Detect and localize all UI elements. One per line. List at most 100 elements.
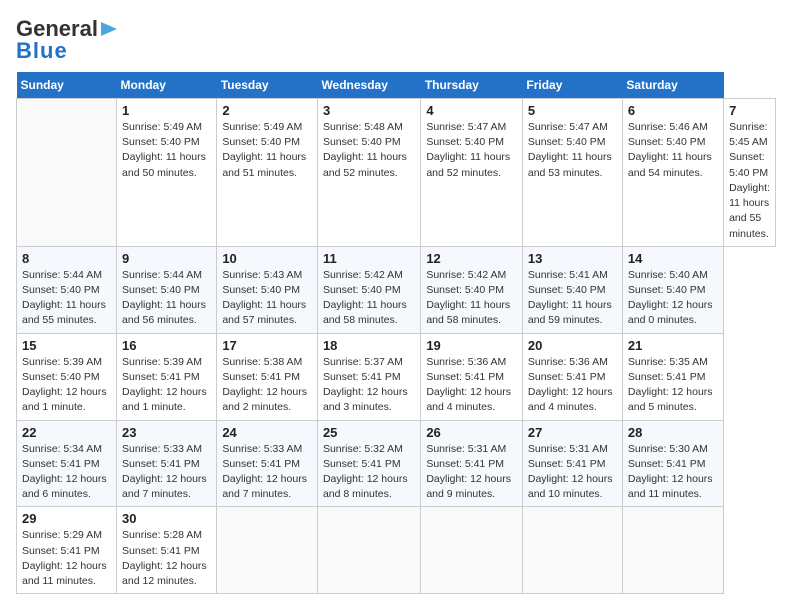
day-number: 7 (729, 103, 770, 118)
day-info: Sunrise: 5:49 AM Sunset: 5:40 PM Dayligh… (222, 120, 312, 181)
calendar-cell: 6 Sunrise: 5:46 AM Sunset: 5:40 PM Daylig… (622, 99, 723, 247)
col-header-thursday: Thursday (421, 72, 523, 99)
day-number: 28 (628, 425, 718, 440)
day-number: 19 (426, 338, 517, 353)
day-number: 16 (122, 338, 211, 353)
calendar-cell: 26 Sunrise: 5:31 AM Sunset: 5:41 PM Dayli… (421, 420, 523, 507)
calendar-cell: 18Sunrise: 5:37 AM Sunset: 5:41 PM Dayli… (317, 333, 420, 420)
logo-blue: Blue (16, 38, 68, 64)
page-header: General Blue (16, 16, 776, 64)
calendar-cell (217, 507, 318, 594)
day-info: Sunrise: 5:33 AM Sunset: 5:41 PM Dayligh… (222, 442, 312, 503)
calendar-cell: 8 Sunrise: 5:44 AM Sunset: 5:40 PM Daylig… (17, 246, 117, 333)
day-number: 17 (222, 338, 312, 353)
calendar-cell: 11 Sunrise: 5:42 AM Sunset: 5:40 PM Dayli… (317, 246, 420, 333)
calendar-cell: 3 Sunrise: 5:48 AM Sunset: 5:40 PM Daylig… (317, 99, 420, 247)
day-number: 2 (222, 103, 312, 118)
day-info: Sunrise: 5:44 AM Sunset: 5:40 PM Dayligh… (122, 268, 211, 329)
day-number: 20 (528, 338, 617, 353)
calendar-cell: 22Sunrise: 5:34 AM Sunset: 5:41 PM Dayli… (17, 420, 117, 507)
day-number: 12 (426, 251, 517, 266)
day-info: Sunrise: 5:29 AM Sunset: 5:41 PM Dayligh… (22, 528, 111, 589)
day-info: Sunrise: 5:47 AM Sunset: 5:40 PM Dayligh… (426, 120, 517, 181)
day-number: 5 (528, 103, 617, 118)
day-info: Sunrise: 5:45 AM Sunset: 5:40 PM Dayligh… (729, 120, 770, 242)
calendar-cell: 14 Sunrise: 5:40 AM Sunset: 5:40 PM Dayli… (622, 246, 723, 333)
calendar-header-row: SundayMondayTuesdayWednesdayThursdayFrid… (17, 72, 776, 99)
calendar-cell: 4 Sunrise: 5:47 AM Sunset: 5:40 PM Daylig… (421, 99, 523, 247)
day-info: Sunrise: 5:39 AM Sunset: 5:40 PM Dayligh… (22, 355, 111, 416)
day-number: 4 (426, 103, 517, 118)
day-number: 14 (628, 251, 718, 266)
day-info: Sunrise: 5:38 AM Sunset: 5:41 PM Dayligh… (222, 355, 312, 416)
calendar-cell: 30 Sunrise: 5:28 AM Sunset: 5:41 PM Dayli… (117, 507, 217, 594)
day-info: Sunrise: 5:30 AM Sunset: 5:41 PM Dayligh… (628, 442, 718, 503)
day-info: Sunrise: 5:48 AM Sunset: 5:40 PM Dayligh… (323, 120, 415, 181)
calendar-cell: 17 Sunrise: 5:38 AM Sunset: 5:41 PM Dayli… (217, 333, 318, 420)
calendar-cell: 23 Sunrise: 5:33 AM Sunset: 5:41 PM Dayli… (117, 420, 217, 507)
week-row-3: 15 Sunrise: 5:39 AM Sunset: 5:40 PM Dayli… (17, 333, 776, 420)
day-info: Sunrise: 5:36 AM Sunset: 5:41 PM Dayligh… (426, 355, 517, 416)
calendar-cell: 29 Sunrise: 5:29 AM Sunset: 5:41 PM Dayli… (17, 507, 117, 594)
col-header-saturday: Saturday (622, 72, 723, 99)
calendar-table: SundayMondayTuesdayWednesdayThursdayFrid… (16, 72, 776, 594)
calendar-cell (622, 507, 723, 594)
day-info: Sunrise: 5:31 AM Sunset: 5:41 PM Dayligh… (528, 442, 617, 503)
calendar-cell: 24Sunrise: 5:33 AM Sunset: 5:41 PM Dayli… (217, 420, 318, 507)
calendar-cell: 12 Sunrise: 5:42 AM Sunset: 5:40 PM Dayli… (421, 246, 523, 333)
day-number: 22 (22, 425, 111, 440)
day-number: 26 (426, 425, 517, 440)
col-header-wednesday: Wednesday (317, 72, 420, 99)
col-header-tuesday: Tuesday (217, 72, 318, 99)
day-info: Sunrise: 5:36 AM Sunset: 5:41 PM Dayligh… (528, 355, 617, 416)
week-row-1: 1 Sunrise: 5:49 AM Sunset: 5:40 PM Daylig… (17, 99, 776, 247)
calendar-cell: 15 Sunrise: 5:39 AM Sunset: 5:40 PM Dayli… (17, 333, 117, 420)
calendar-cell: 13Sunrise: 5:41 AM Sunset: 5:40 PM Dayli… (522, 246, 622, 333)
calendar-cell (317, 507, 420, 594)
day-number: 30 (122, 511, 211, 526)
week-row-2: 8 Sunrise: 5:44 AM Sunset: 5:40 PM Daylig… (17, 246, 776, 333)
day-info: Sunrise: 5:47 AM Sunset: 5:40 PM Dayligh… (528, 120, 617, 181)
logo: General Blue (16, 16, 121, 64)
week-row-5: 29 Sunrise: 5:29 AM Sunset: 5:41 PM Dayli… (17, 507, 776, 594)
day-info: Sunrise: 5:42 AM Sunset: 5:40 PM Dayligh… (323, 268, 415, 329)
day-number: 10 (222, 251, 312, 266)
day-number: 29 (22, 511, 111, 526)
calendar-cell: 10 Sunrise: 5:43 AM Sunset: 5:40 PM Dayli… (217, 246, 318, 333)
day-number: 13 (528, 251, 617, 266)
col-header-friday: Friday (522, 72, 622, 99)
day-info: Sunrise: 5:40 AM Sunset: 5:40 PM Dayligh… (628, 268, 718, 329)
day-info: Sunrise: 5:33 AM Sunset: 5:41 PM Dayligh… (122, 442, 211, 503)
calendar-cell: 7 Sunrise: 5:45 AM Sunset: 5:40 PM Daylig… (724, 99, 776, 247)
day-number: 1 (122, 103, 211, 118)
day-number: 23 (122, 425, 211, 440)
day-info: Sunrise: 5:44 AM Sunset: 5:40 PM Dayligh… (22, 268, 111, 329)
day-number: 15 (22, 338, 111, 353)
logo-arrow-icon (99, 18, 121, 40)
day-info: Sunrise: 5:43 AM Sunset: 5:40 PM Dayligh… (222, 268, 312, 329)
calendar-cell: 25Sunrise: 5:32 AM Sunset: 5:41 PM Dayli… (317, 420, 420, 507)
day-info: Sunrise: 5:28 AM Sunset: 5:41 PM Dayligh… (122, 528, 211, 589)
day-number: 6 (628, 103, 718, 118)
day-info: Sunrise: 5:31 AM Sunset: 5:41 PM Dayligh… (426, 442, 517, 503)
calendar-cell (17, 99, 117, 247)
day-number: 3 (323, 103, 415, 118)
calendar-cell (522, 507, 622, 594)
col-header-sunday: Sunday (17, 72, 117, 99)
calendar-cell: 2 Sunrise: 5:49 AM Sunset: 5:40 PM Daylig… (217, 99, 318, 247)
calendar-cell: 27 Sunrise: 5:31 AM Sunset: 5:41 PM Dayli… (522, 420, 622, 507)
calendar-cell (421, 507, 523, 594)
day-info: Sunrise: 5:35 AM Sunset: 5:41 PM Dayligh… (628, 355, 718, 416)
day-info: Sunrise: 5:46 AM Sunset: 5:40 PM Dayligh… (628, 120, 718, 181)
day-info: Sunrise: 5:42 AM Sunset: 5:40 PM Dayligh… (426, 268, 517, 329)
day-number: 8 (22, 251, 111, 266)
calendar-cell: 16Sunrise: 5:39 AM Sunset: 5:41 PM Dayli… (117, 333, 217, 420)
day-number: 25 (323, 425, 415, 440)
calendar-cell: 9 Sunrise: 5:44 AM Sunset: 5:40 PM Daylig… (117, 246, 217, 333)
day-number: 27 (528, 425, 617, 440)
calendar-cell: 19 Sunrise: 5:36 AM Sunset: 5:41 PM Dayli… (421, 333, 523, 420)
day-number: 11 (323, 251, 415, 266)
day-number: 9 (122, 251, 211, 266)
calendar-cell: 1Sunrise: 5:49 AM Sunset: 5:40 PM Daylig… (117, 99, 217, 247)
calendar-cell: 20 Sunrise: 5:36 AM Sunset: 5:41 PM Dayli… (522, 333, 622, 420)
